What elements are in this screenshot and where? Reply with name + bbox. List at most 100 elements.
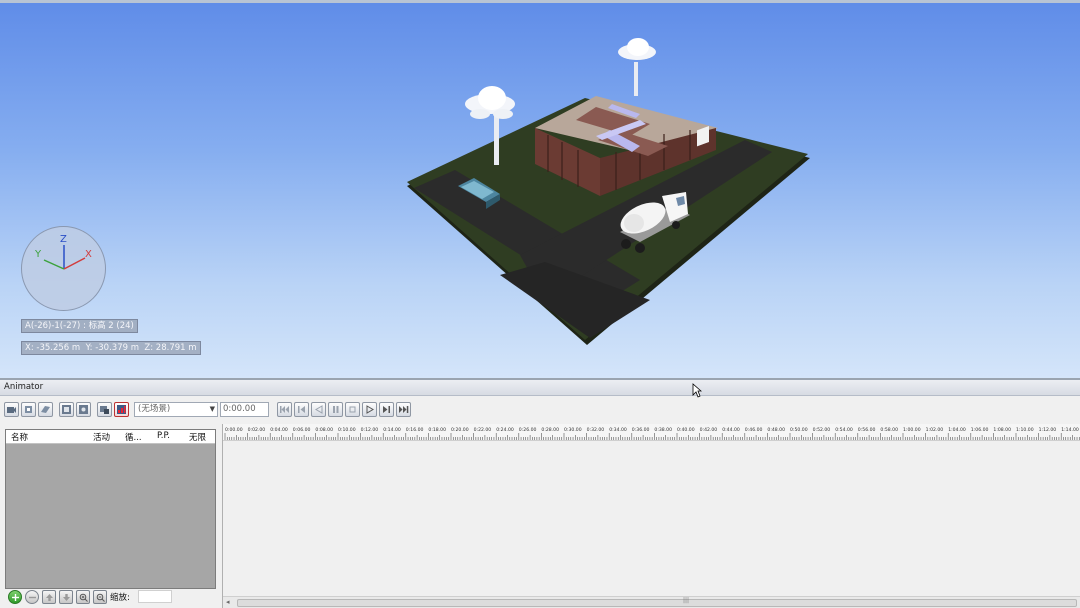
view-orientation-gizmo[interactable]: Z X Y xyxy=(21,226,106,311)
ruler-tick-label: 0:14.00 xyxy=(383,427,401,433)
animator-toolbar: (无场景) ▼ 0:00.00 xyxy=(0,399,1080,421)
ruler-tick-label: 0:56.00 xyxy=(858,427,876,433)
fast-forward-icon xyxy=(399,406,409,413)
stop-icon xyxy=(349,406,356,413)
scrollbar-thumb[interactable] xyxy=(237,599,1077,607)
add-3d-object-button[interactable] xyxy=(21,402,36,417)
reverse-play-icon xyxy=(315,405,323,414)
animator-title: Animator xyxy=(0,380,1080,396)
ruler-tick-label: 0:28.00 xyxy=(541,427,559,433)
column-header-pp[interactable]: P.P. xyxy=(157,431,170,441)
step-forward-icon xyxy=(383,406,390,413)
active-scene-button[interactable] xyxy=(114,402,129,417)
ruler-tick-label: 0:26.00 xyxy=(519,427,537,433)
time-ruler[interactable]: 0:00.00 0:02.00 0:04.00 0:06.00 0:08.00 0:10.… xyxy=(223,424,1080,441)
step-back-icon xyxy=(298,406,305,413)
zoom-in-button[interactable] xyxy=(76,590,90,604)
scene-stop-icon xyxy=(100,406,109,414)
ruler-tick-label: 1:14.00 xyxy=(1061,427,1079,433)
3d-scene[interactable] xyxy=(0,0,1080,378)
scene-stop-button[interactable] xyxy=(97,402,112,417)
ruler-tick-label: 0:20.00 xyxy=(451,427,469,433)
pause-icon xyxy=(333,406,339,413)
rewind-button[interactable] xyxy=(277,402,292,417)
ruler-tick-label: 1:08.00 xyxy=(993,427,1011,433)
column-header-loop[interactable]: 循... xyxy=(125,431,142,443)
add-3d-object-icon xyxy=(25,406,32,413)
fast-forward-button[interactable] xyxy=(396,402,411,417)
delete-icon xyxy=(28,596,36,598)
zoom-out-button[interactable] xyxy=(93,590,107,604)
toggle-snapping-icon xyxy=(79,405,88,414)
ruler-tick-label: 0:08.00 xyxy=(315,427,333,433)
mouse-cursor-icon xyxy=(692,383,702,398)
zoom-label: 缩放: xyxy=(110,593,130,603)
3d-viewport[interactable]: Z X Y A(-26)-1(-27) : 标高 2 (24) X: -35.2… xyxy=(0,0,1080,378)
ruler-tick-label: 0:16.00 xyxy=(406,427,424,433)
column-header-active[interactable]: 活动 xyxy=(93,431,110,443)
ruler-tick-label: 0:18.00 xyxy=(428,427,446,433)
zoom-in-icon xyxy=(79,593,88,602)
ruler-tick-label: 0:06.00 xyxy=(293,427,311,433)
add-camera-icon xyxy=(7,407,16,413)
ruler-tick-label: 0:48.00 xyxy=(767,427,785,433)
zoom-input[interactable] xyxy=(138,590,172,603)
ruler-tick-label: 0:42.00 xyxy=(700,427,718,433)
ruler-tick-label: 0:24.00 xyxy=(496,427,514,433)
chevron-down-icon: ▼ xyxy=(209,405,215,413)
ruler-tick-label: 0:54.00 xyxy=(835,427,853,433)
play-icon xyxy=(366,405,374,414)
scene-select-value: (无场景) xyxy=(138,404,171,414)
ruler-tick-label: 0:30.00 xyxy=(564,427,582,433)
toggle-snapping-button[interactable] xyxy=(76,402,91,417)
add-camera-button[interactable] xyxy=(4,402,19,417)
move-up-button[interactable] xyxy=(42,590,56,604)
column-header-infinite[interactable]: 无限 xyxy=(189,431,206,443)
stop-button[interactable] xyxy=(345,402,360,417)
capture-keyframe-icon xyxy=(62,405,71,414)
timeline-horizontal-scrollbar[interactable]: ◂ ||| xyxy=(223,596,1080,608)
ruler-tick-label: 1:04.00 xyxy=(948,427,966,433)
add-button[interactable] xyxy=(8,590,22,604)
reverse-play-button[interactable] xyxy=(311,402,326,417)
ruler-tick-label: 0:34.00 xyxy=(609,427,627,433)
animation-set-list[interactable]: 名称 活动 循... P.P. 无限 xyxy=(5,429,216,589)
pause-button[interactable] xyxy=(328,402,343,417)
ruler-tick-label: 0:10.00 xyxy=(338,427,356,433)
active-scene-icon xyxy=(117,405,126,414)
capture-keyframe-button[interactable] xyxy=(59,402,74,417)
step-back-button[interactable] xyxy=(294,402,309,417)
play-button[interactable] xyxy=(362,402,377,417)
ruler-tick-label: 0:46.00 xyxy=(745,427,763,433)
palm-tree-back xyxy=(618,38,656,96)
ruler-tick-label: 1:02.00 xyxy=(926,427,944,433)
ruler-tick-label: 0:36.00 xyxy=(632,427,650,433)
zoom-out-icon xyxy=(96,593,105,602)
move-down-icon xyxy=(62,593,70,601)
ruler-tick-label: 0:00.00 xyxy=(225,427,243,433)
z-axis-label: Z xyxy=(60,234,67,245)
grid-location-readout: A(-26)-1(-27) : 标高 2 (24) xyxy=(21,319,138,333)
ruler-tick-label: 0:02.00 xyxy=(248,427,266,433)
step-forward-button[interactable] xyxy=(379,402,394,417)
time-position-input[interactable]: 0:00.00 xyxy=(220,402,269,417)
ruler-tick-label: 0:12.00 xyxy=(361,427,379,433)
scroll-left-icon[interactable]: ◂ xyxy=(226,598,230,606)
scrollbar-grip-icon: ||| xyxy=(683,597,690,604)
list-header: 名称 活动 循... P.P. 无限 xyxy=(6,430,215,444)
list-bottom-toolbar: 缩放: xyxy=(5,588,216,606)
ruler-tick-label: 0:40.00 xyxy=(677,427,695,433)
add-section-plane-icon xyxy=(41,406,50,413)
timeline-area[interactable]: 0:00.00 0:02.00 0:04.00 0:06.00 0:08.00 0:10.… xyxy=(222,424,1080,608)
move-down-button[interactable] xyxy=(59,590,73,604)
delete-button[interactable] xyxy=(25,590,39,604)
ruler-tick-label: 0:50.00 xyxy=(790,427,808,433)
add-section-plane-button[interactable] xyxy=(38,402,53,417)
ruler-tick-label: 0:04.00 xyxy=(270,427,288,433)
y-axis-label: Y xyxy=(35,249,42,260)
ruler-tick-label: 1:12.00 xyxy=(1039,427,1057,433)
column-header-name[interactable]: 名称 xyxy=(11,431,28,443)
scene-select[interactable]: (无场景) ▼ xyxy=(134,402,218,417)
x-axis-label: X xyxy=(85,249,92,260)
ruler-tick-label: 0:58.00 xyxy=(880,427,898,433)
